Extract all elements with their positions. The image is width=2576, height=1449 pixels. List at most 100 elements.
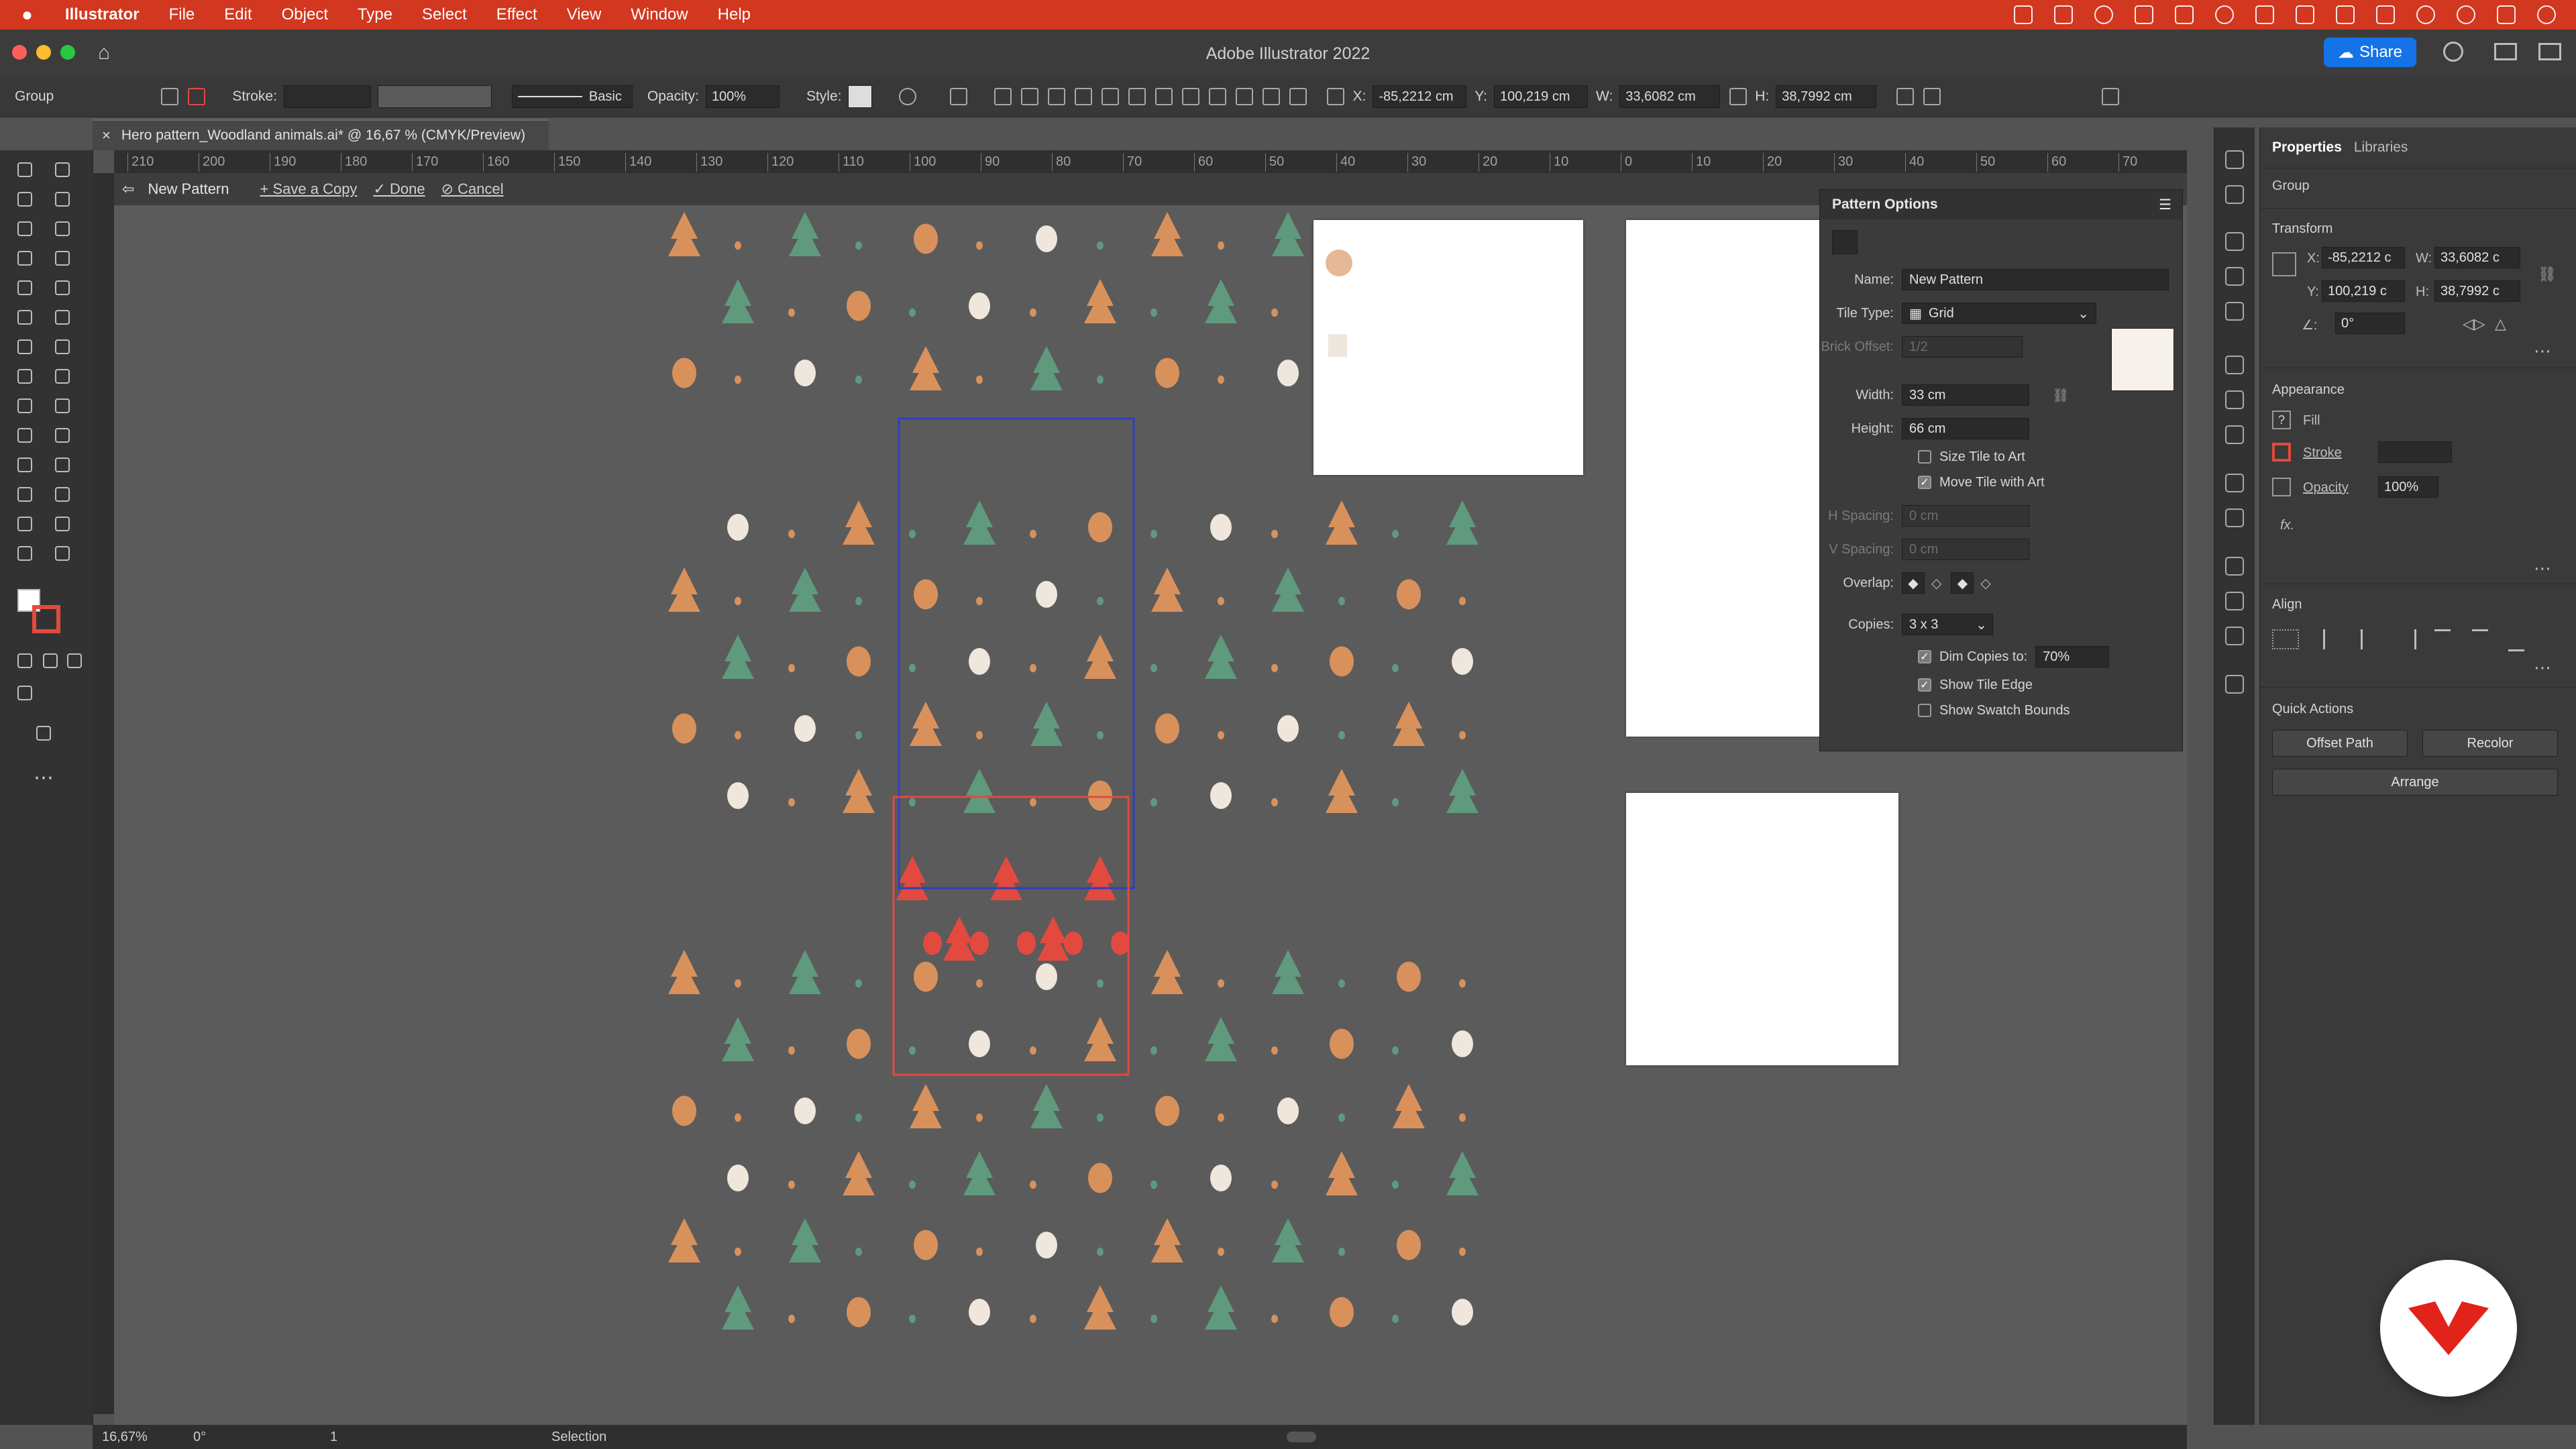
- align-to-icon[interactable]: [950, 88, 968, 105]
- opacity-link[interactable]: Opacity: [2303, 480, 2349, 496]
- align-vcenter-icon[interactable]: [2472, 629, 2488, 651]
- width-tool-icon[interactable]: [15, 366, 35, 386]
- properties-panel-icon[interactable]: [2225, 232, 2244, 251]
- document-tab[interactable]: × Hero pattern_Woodland animals.ai* @ 16…: [93, 119, 549, 150]
- cancel-button[interactable]: ⊘ Cancel: [441, 180, 504, 198]
- show-tile-edge-checkbox[interactable]: ✓: [1918, 678, 1931, 692]
- artboard-number[interactable]: 1: [330, 1430, 337, 1445]
- stroke-weight-field[interactable]: [283, 85, 371, 108]
- graphic-styles-panel-icon[interactable]: [2225, 508, 2244, 527]
- shaper-tool-icon[interactable]: [15, 307, 35, 327]
- appearance-panel-icon[interactable]: [2225, 474, 2244, 492]
- chrome-icon[interactable]: [2215, 5, 2234, 24]
- opacity-field[interactable]: 100%: [705, 85, 780, 108]
- symbol-sprayer-tool-icon[interactable]: [15, 484, 35, 504]
- done-button[interactable]: ✓ Done: [373, 180, 425, 198]
- comments-panel-icon[interactable]: [2225, 675, 2244, 694]
- overlap-top-icon[interactable]: ◆: [1951, 572, 1974, 594]
- symbols-panel-icon[interactable]: [2225, 302, 2244, 321]
- height-input[interactable]: 66 cm: [1902, 418, 2029, 439]
- flip-horizontal-icon[interactable]: ◁▷: [2463, 315, 2485, 333]
- color-panel-icon[interactable]: [2225, 150, 2244, 169]
- line-tool-icon[interactable]: [52, 248, 72, 268]
- dim-copies-select[interactable]: 70%: [2035, 646, 2110, 667]
- distribute-hcenter-icon[interactable]: [1263, 88, 1281, 105]
- bluetooth-icon[interactable]: [2255, 5, 2274, 24]
- skype-icon[interactable]: [2175, 5, 2194, 24]
- tab-libraries[interactable]: Libraries: [2354, 140, 2408, 156]
- align-top-icon[interactable]: [2434, 629, 2451, 651]
- stroke-swatch-icon[interactable]: [188, 88, 206, 105]
- stroke-panel-icon[interactable]: [2225, 356, 2244, 374]
- stroke-color-swatch[interactable]: [32, 605, 60, 633]
- color-mode-icon[interactable]: [15, 651, 35, 671]
- move-tile-checkbox[interactable]: ✓: [1918, 476, 1931, 489]
- creative-cloud-icon[interactable]: [2094, 5, 2113, 24]
- menu-app[interactable]: Illustrator: [65, 5, 140, 24]
- curvature-tool-icon[interactable]: [52, 219, 72, 239]
- distribute-bottom-icon[interactable]: [1209, 88, 1227, 105]
- h-field[interactable]: 38,7992 cm: [1776, 85, 1877, 108]
- reference-point-icon[interactable]: [2272, 252, 2296, 276]
- user-icon[interactable]: [2416, 5, 2435, 24]
- distribute-top-icon[interactable]: [1155, 88, 1173, 105]
- zoom-level[interactable]: 16,67%: [102, 1430, 148, 1445]
- transform-x-field[interactable]: -85,2212 c: [2322, 247, 2405, 268]
- tab-properties[interactable]: Properties: [2272, 140, 2342, 156]
- rotation-angle[interactable]: 0°: [193, 1430, 206, 1445]
- reference-point-icon[interactable]: [1327, 88, 1345, 105]
- arrange-documents-icon[interactable]: [2538, 43, 2561, 60]
- artboard-3[interactable]: [1626, 793, 1898, 1065]
- align-right-icon[interactable]: [1048, 88, 1066, 105]
- distribute-left-icon[interactable]: [1236, 88, 1254, 105]
- isolate-icon[interactable]: [1923, 88, 1941, 105]
- mesh-tool-icon[interactable]: [15, 425, 35, 445]
- more-tools-icon[interactable]: ⋯: [34, 766, 54, 790]
- control-center-icon[interactable]: [2497, 5, 2516, 24]
- constrain-proportions-icon[interactable]: [1729, 88, 1748, 105]
- transform-icon[interactable]: [1896, 88, 1915, 105]
- size-tile-checkbox[interactable]: [1918, 450, 1931, 464]
- column-graph-tool-icon[interactable]: [52, 484, 72, 504]
- distribute-vcenter-icon[interactable]: [1182, 88, 1200, 105]
- recolor-button[interactable]: Recolor: [2422, 730, 2558, 757]
- artboards-panel-icon[interactable]: [2225, 627, 2244, 645]
- flip-vertical-icon[interactable]: △: [2495, 315, 2506, 333]
- menu-view[interactable]: View: [567, 5, 602, 24]
- clock-icon[interactable]: [2537, 5, 2556, 24]
- x-field[interactable]: -85,2212 cm: [1373, 85, 1467, 108]
- menu-file[interactable]: File: [169, 5, 195, 24]
- align-top-icon[interactable]: [1075, 88, 1093, 105]
- show-swatch-bounds-checkbox[interactable]: [1918, 704, 1931, 717]
- gradient-mode-icon[interactable]: [40, 651, 60, 671]
- recolor-icon[interactable]: [899, 88, 917, 105]
- transparency-panel-icon[interactable]: [2225, 425, 2244, 444]
- align-left-icon[interactable]: [994, 88, 1012, 105]
- lasso-tool-icon[interactable]: [52, 189, 72, 209]
- align-to-icon[interactable]: [2272, 629, 2299, 649]
- more-options-icon[interactable]: ⋯: [2534, 558, 2551, 579]
- rotate-tool-icon[interactable]: [15, 337, 35, 357]
- pattern-options-header[interactable]: Pattern Options ☰: [1820, 190, 2182, 219]
- menu-effect[interactable]: Effect: [496, 5, 537, 24]
- graphic-style-swatch[interactable]: [848, 85, 873, 108]
- fill-swatch-icon[interactable]: [161, 88, 179, 105]
- opacity-field[interactable]: 100%: [2378, 476, 2438, 498]
- overlap-left-icon[interactable]: ◆: [1902, 572, 1925, 594]
- pattern-tile-tool-icon[interactable]: [1832, 230, 1858, 254]
- draw-mode-icon[interactable]: [15, 683, 35, 703]
- chat-bubble-button[interactable]: [2380, 1260, 2517, 1397]
- menu-select[interactable]: Select: [422, 5, 467, 24]
- width-input[interactable]: 33 cm: [1902, 384, 2029, 406]
- overlap-bottom-icon[interactable]: ◇: [1980, 575, 1990, 592]
- none-mode-icon[interactable]: [64, 651, 85, 671]
- slice-tool-icon[interactable]: [52, 514, 72, 534]
- panel-menu-icon[interactable]: [2102, 88, 2120, 105]
- transform-y-field[interactable]: 100,219 c: [2322, 280, 2405, 302]
- perspective-grid-tool-icon[interactable]: [52, 396, 72, 416]
- magic-wand-tool-icon[interactable]: [15, 189, 35, 209]
- menu-window[interactable]: Window: [631, 5, 688, 24]
- share-button[interactable]: ☁ Share: [2324, 38, 2416, 67]
- direct-selection-tool-icon[interactable]: [52, 160, 72, 180]
- distribute-right-icon[interactable]: [1289, 88, 1307, 105]
